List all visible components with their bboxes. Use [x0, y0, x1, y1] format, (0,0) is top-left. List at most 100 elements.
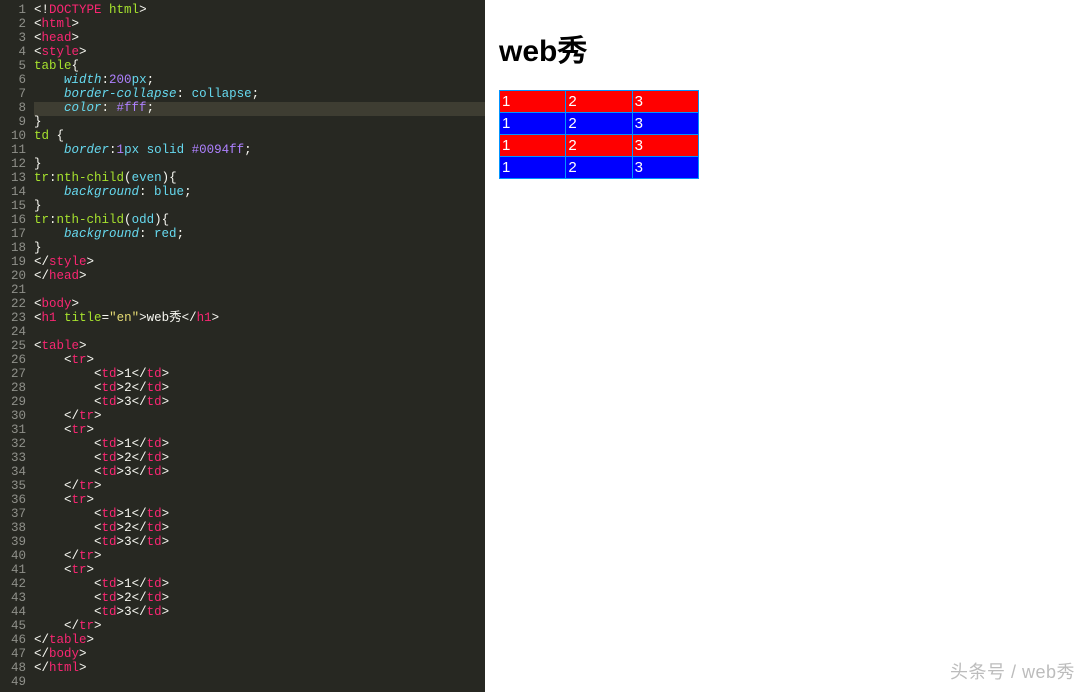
code-line[interactable]: table{: [34, 60, 485, 74]
line-number: 23: [4, 312, 26, 326]
line-number-gutter: 1234567891011121314151617181920212223242…: [0, 0, 34, 692]
code-line[interactable]: <td>3</td>: [34, 466, 485, 480]
line-number: 20: [4, 270, 26, 284]
code-line[interactable]: <td>2</td>: [34, 522, 485, 536]
table-cell: 1: [500, 113, 566, 135]
code-line[interactable]: </style>: [34, 256, 485, 270]
line-number: 29: [4, 396, 26, 410]
line-number: 17: [4, 228, 26, 242]
line-number: 2: [4, 18, 26, 32]
code-line[interactable]: [34, 284, 485, 298]
line-number: 40: [4, 550, 26, 564]
code-line[interactable]: }: [34, 200, 485, 214]
line-number: 24: [4, 326, 26, 340]
code-line[interactable]: </body>: [34, 648, 485, 662]
table-cell: 3: [632, 135, 698, 157]
code-line[interactable]: <tr>: [34, 494, 485, 508]
code-line[interactable]: border:1px solid #0094ff;: [34, 144, 485, 158]
code-line[interactable]: <td>2</td>: [34, 452, 485, 466]
code-line[interactable]: <td>3</td>: [34, 606, 485, 620]
code-area[interactable]: <!DOCTYPE html><html><head><style>table{…: [34, 0, 485, 692]
line-number: 39: [4, 536, 26, 550]
table-cell: 3: [632, 113, 698, 135]
table-row: 123: [500, 135, 699, 157]
code-line[interactable]: <!DOCTYPE html>: [34, 4, 485, 18]
line-number: 34: [4, 466, 26, 480]
line-number: 47: [4, 648, 26, 662]
code-line[interactable]: color: #fff;: [34, 102, 485, 116]
code-line[interactable]: }: [34, 158, 485, 172]
table-cell: 3: [632, 91, 698, 113]
code-line[interactable]: <html>: [34, 18, 485, 32]
code-line[interactable]: background: blue;: [34, 186, 485, 200]
line-number: 35: [4, 480, 26, 494]
line-number: 1: [4, 4, 26, 18]
table-row: 123: [500, 157, 699, 179]
code-line[interactable]: <h1 title="en">web秀</h1>: [34, 312, 485, 326]
code-line[interactable]: </tr>: [34, 620, 485, 634]
code-line[interactable]: <td>2</td>: [34, 382, 485, 396]
code-line[interactable]: [34, 326, 485, 340]
code-line[interactable]: background: red;: [34, 228, 485, 242]
line-number: 49: [4, 676, 26, 690]
line-number: 37: [4, 508, 26, 522]
code-line[interactable]: <td>3</td>: [34, 536, 485, 550]
line-number: 4: [4, 46, 26, 60]
line-number: 28: [4, 382, 26, 396]
table-row: 123: [500, 113, 699, 135]
code-line[interactable]: <tr>: [34, 354, 485, 368]
line-number: 10: [4, 130, 26, 144]
line-number: 38: [4, 522, 26, 536]
code-line[interactable]: width:200px;: [34, 74, 485, 88]
code-line[interactable]: [34, 676, 485, 690]
code-line[interactable]: <table>: [34, 340, 485, 354]
line-number: 13: [4, 172, 26, 186]
line-number: 5: [4, 60, 26, 74]
table-cell: 1: [500, 157, 566, 179]
table-cell: 1: [500, 135, 566, 157]
preview-heading: web秀: [499, 26, 1079, 70]
code-line[interactable]: <td>1</td>: [34, 368, 485, 382]
preview-pane: web秀 123123123123 头条号 / web秀: [485, 0, 1089, 692]
code-line[interactable]: <style>: [34, 46, 485, 60]
code-line[interactable]: }: [34, 116, 485, 130]
code-line[interactable]: </table>: [34, 634, 485, 648]
code-line[interactable]: <td>2</td>: [34, 592, 485, 606]
code-line[interactable]: tr:nth-child(odd){: [34, 214, 485, 228]
code-line[interactable]: </tr>: [34, 480, 485, 494]
line-number: 6: [4, 74, 26, 88]
line-number: 15: [4, 200, 26, 214]
code-line[interactable]: </html>: [34, 662, 485, 676]
code-editor-pane[interactable]: 1234567891011121314151617181920212223242…: [0, 0, 485, 692]
table-cell: 2: [566, 157, 632, 179]
table-cell: 3: [632, 157, 698, 179]
line-number: 27: [4, 368, 26, 382]
code-line[interactable]: <td>3</td>: [34, 396, 485, 410]
line-number: 30: [4, 410, 26, 424]
code-line[interactable]: td {: [34, 130, 485, 144]
line-number: 12: [4, 158, 26, 172]
line-number: 41: [4, 564, 26, 578]
line-number: 26: [4, 354, 26, 368]
line-number: 18: [4, 242, 26, 256]
code-line[interactable]: border-collapse: collapse;: [34, 88, 485, 102]
code-line[interactable]: <head>: [34, 32, 485, 46]
code-line[interactable]: </head>: [34, 270, 485, 284]
table-row: 123: [500, 91, 699, 113]
code-line[interactable]: <tr>: [34, 424, 485, 438]
code-line[interactable]: </tr>: [34, 550, 485, 564]
line-number: 9: [4, 116, 26, 130]
line-number: 16: [4, 214, 26, 228]
code-line[interactable]: </tr>: [34, 410, 485, 424]
code-line[interactable]: <td>1</td>: [34, 578, 485, 592]
line-number: 8: [4, 102, 26, 116]
code-line[interactable]: }: [34, 242, 485, 256]
code-line[interactable]: <tr>: [34, 564, 485, 578]
code-line[interactable]: <body>: [34, 298, 485, 312]
code-line[interactable]: tr:nth-child(even){: [34, 172, 485, 186]
code-line[interactable]: <td>1</td>: [34, 508, 485, 522]
line-number: 43: [4, 592, 26, 606]
code-line[interactable]: <td>1</td>: [34, 438, 485, 452]
line-number: 48: [4, 662, 26, 676]
line-number: 7: [4, 88, 26, 102]
